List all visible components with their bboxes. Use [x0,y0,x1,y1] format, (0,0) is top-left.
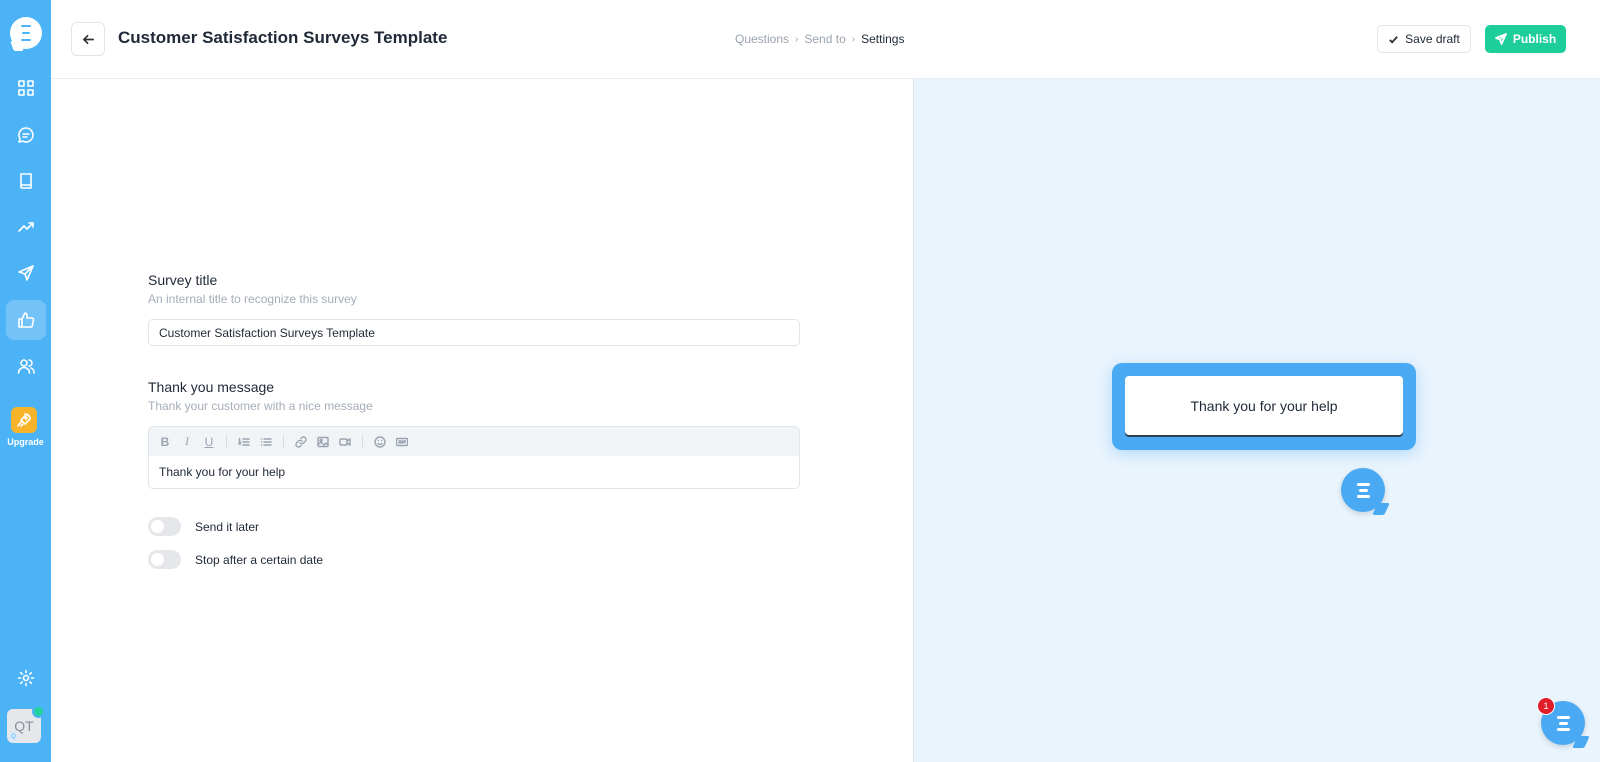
bullet-list-icon[interactable] [258,434,274,450]
publish-label: Publish [1512,32,1557,46]
chat-widget-button[interactable]: 1 [1537,697,1590,748]
stop-after-date-toggle[interactable] [148,550,181,569]
users-icon [17,359,35,374]
preview-message: Thank you for your help [1125,376,1403,435]
preview-card: Thank you for your help [1112,363,1416,450]
avatar-workspace-badge: Q [9,732,18,741]
save-draft-button[interactable]: Save draft [1377,25,1471,53]
stop-after-date-label: Stop after a certain date [195,552,324,567]
upgrade-button[interactable] [11,407,37,433]
dashboard-grid-icon [17,80,34,96]
publish-button[interactable]: Publish [1485,25,1566,53]
chat-widget-icon [1556,715,1570,731]
notification-badge: 1 [1537,697,1555,715]
thank-you-editor-content[interactable]: Thank you for your help [149,456,799,488]
avatar[interactable]: QT Q [7,705,45,743]
send-later-label: Send it later [195,519,260,534]
sidebar-item-chat[interactable] [0,115,51,155]
survey-title-label: Survey title [148,272,218,288]
back-button[interactable] [71,22,105,56]
editor-toolbar: B I U [149,427,799,456]
header: Customer Satisfaction Surveys Template Q… [51,0,1600,79]
gear-icon [17,669,34,687]
sidebar-item-knowledge[interactable] [0,161,51,201]
check-icon [1389,35,1398,44]
sidebar-item-settings[interactable] [0,658,51,698]
italic-icon[interactable]: I [179,434,195,450]
sidebar-item-campaigns[interactable] [0,253,51,293]
underline-icon[interactable]: U [201,434,217,450]
page-title: Customer Satisfaction Surveys Template [118,28,448,47]
image-icon[interactable] [315,434,331,450]
toolbar-divider [283,434,284,449]
send-later-row: Send it later [148,517,259,536]
save-draft-label: Save draft [1405,32,1460,46]
survey-title-hint: An internal title to recognize this surv… [148,292,357,306]
sidebar-item-contacts[interactable] [0,346,51,386]
thank-you-label: Thank you message [148,379,275,395]
ordered-list-icon[interactable] [236,434,252,450]
upgrade-label[interactable]: Upgrade [0,437,51,447]
toolbar-divider [362,434,363,449]
breadcrumb-settings[interactable]: Settings [861,32,904,46]
app-logo-icon[interactable] [9,17,42,51]
send-later-toggle[interactable] [148,517,181,536]
chevron-right-icon: › [795,33,799,45]
online-status-dot [32,705,45,718]
send-icon [1494,33,1507,45]
settings-form: Survey title An internal title to recogn… [51,79,913,762]
thumbs-up-icon [17,312,34,328]
survey-title-value: Customer Satisfaction Surveys Template [159,325,375,340]
trending-icon [17,222,34,232]
survey-title-input[interactable]: Customer Satisfaction Surveys Template [148,319,800,346]
chat-icon [17,127,34,143]
rocket-icon [17,413,31,427]
thank-you-editor[interactable]: B I U Thank you for your help [148,426,800,489]
survey-preview-panel: Thank you for your help [913,79,1600,762]
link-icon[interactable] [293,434,309,450]
sidebar-item-surveys[interactable] [0,300,51,340]
chevron-right-icon: › [851,33,856,45]
panel-divider [913,79,914,762]
send-icon [17,265,34,281]
preview-chat-bubble-icon [1341,468,1390,515]
arrow-left-icon [82,34,94,44]
breadcrumb: Questions › Send to › Settings [735,32,904,46]
bold-icon[interactable]: B [157,434,173,450]
sidebar-item-analytics[interactable] [0,207,51,247]
video-icon[interactable] [337,434,353,450]
stop-after-date-row: Stop after a certain date [148,550,323,569]
avatar-initials: QT [14,718,34,734]
thank-you-hint: Thank your customer with a nice message [148,399,373,413]
gif-icon[interactable] [394,434,410,450]
breadcrumb-send-to[interactable]: Send to [804,32,845,46]
emoji-icon[interactable] [372,434,388,450]
toolbar-divider [226,434,227,449]
sidebar-item-dashboard[interactable] [0,68,51,108]
breadcrumb-questions[interactable]: Questions [735,32,789,46]
book-icon [19,173,32,189]
